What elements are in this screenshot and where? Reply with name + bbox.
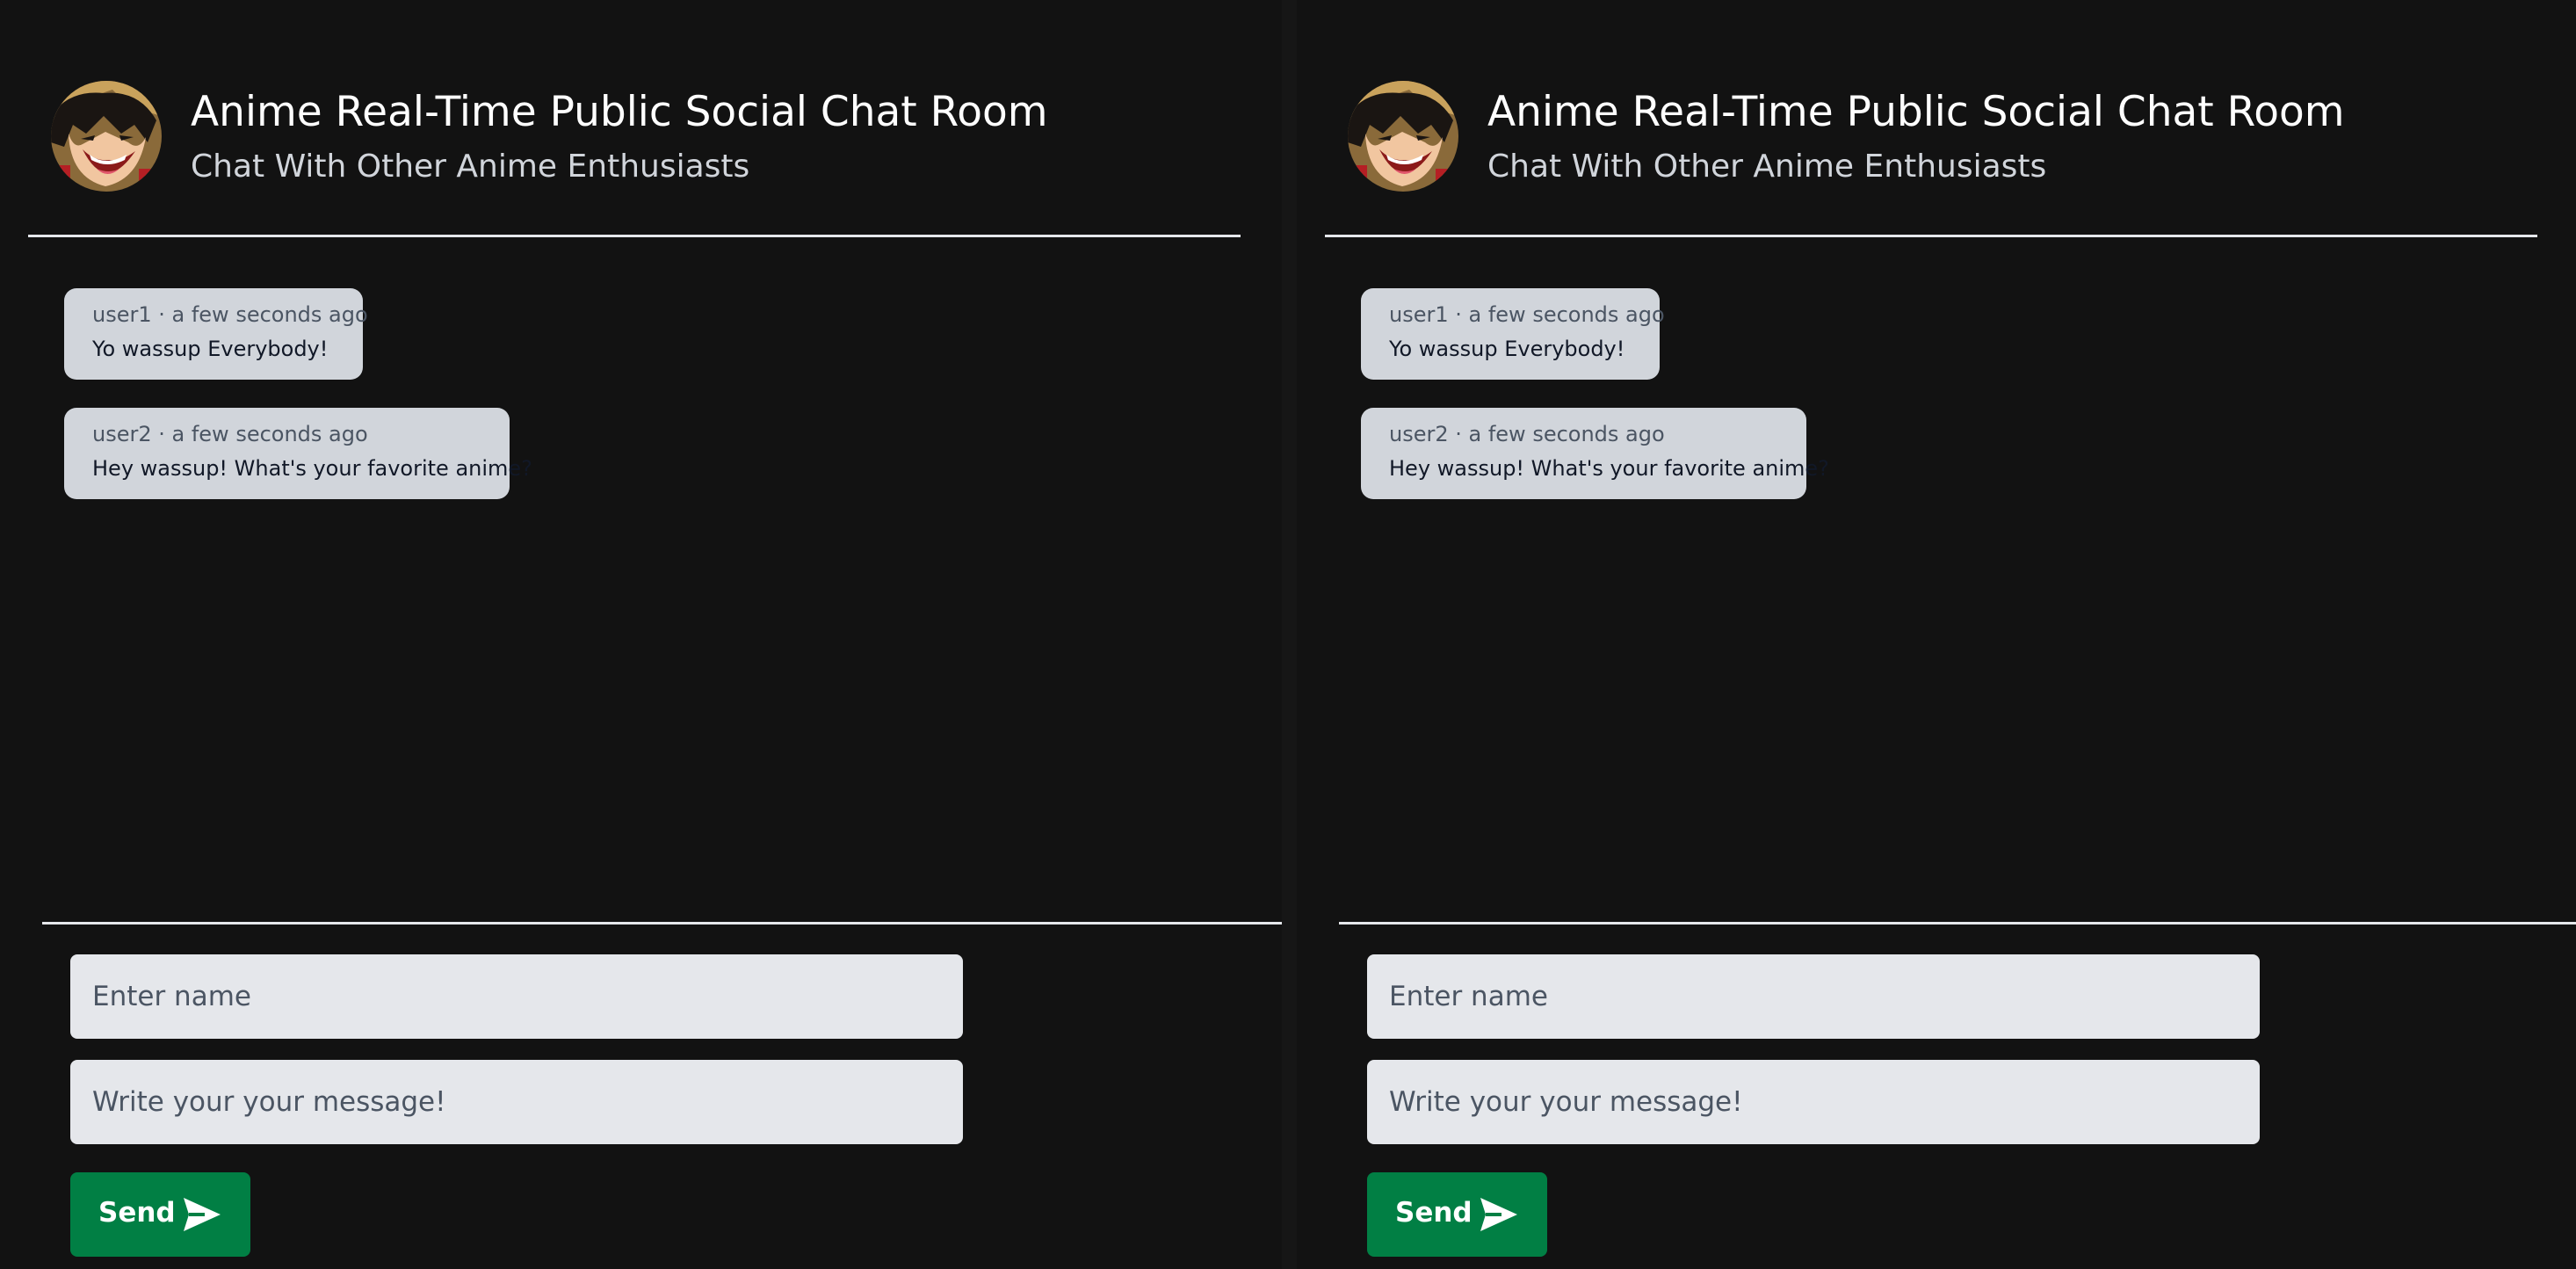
header-divider: [1325, 235, 2537, 237]
anime-avatar-icon: [1348, 81, 1458, 192]
page-subtitle: Chat With Other Anime Enthusiasts: [1487, 149, 2047, 185]
send-button[interactable]: Send: [1367, 1172, 1547, 1257]
message-bubble: user1 · a few seconds ago Yo wassup Ever…: [64, 288, 368, 380]
message-input[interactable]: [1367, 1060, 2260, 1144]
header-divider: [28, 235, 1241, 237]
message-meta: user2 · a few seconds ago: [92, 422, 368, 446]
chat-window-left: Anime Real-Time Public Social Chat Room …: [0, 0, 1282, 1269]
page-subtitle: Chat With Other Anime Enthusiasts: [191, 149, 750, 185]
message-meta: user1 · a few seconds ago: [92, 302, 368, 327]
chat-window-right: Anime Real-Time Public Social Chat Room …: [1297, 0, 2576, 1269]
message-bubble: user1 · a few seconds ago Yo wassup Ever…: [1361, 288, 1665, 380]
page-title: Anime Real-Time Public Social Chat Room: [1487, 88, 2345, 136]
message-text: Yo wassup Everybody!: [92, 337, 329, 361]
paper-plane-icon: [184, 1198, 221, 1231]
form-divider: [1339, 922, 2576, 925]
form-divider: [42, 922, 1282, 925]
message-text: Hey wassup! What's your favorite anime?: [1389, 456, 1829, 481]
send-button-label: Send: [1395, 1197, 1473, 1229]
anime-avatar-icon: [51, 81, 162, 192]
chat-header: Anime Real-Time Public Social Chat Room …: [51, 81, 1228, 195]
name-input[interactable]: [70, 954, 963, 1039]
split-screen: Anime Real-Time Public Social Chat Room …: [0, 0, 2576, 1269]
message-bubble: user2 · a few seconds ago Hey wassup! Wh…: [64, 408, 532, 499]
send-button[interactable]: Send: [70, 1172, 250, 1257]
message-input[interactable]: [70, 1060, 963, 1144]
send-button-label: Send: [98, 1197, 176, 1229]
page-title: Anime Real-Time Public Social Chat Room: [191, 88, 1048, 136]
message-bubble: user2 · a few seconds ago Hey wassup! Wh…: [1361, 408, 1829, 499]
message-text: Yo wassup Everybody!: [1389, 337, 1625, 361]
message-text: Hey wassup! What's your favorite anime?: [92, 456, 532, 481]
message-meta: user2 · a few seconds ago: [1389, 422, 1665, 446]
message-meta: user1 · a few seconds ago: [1389, 302, 1665, 327]
name-input[interactable]: [1367, 954, 2260, 1039]
pane-separator: [1282, 0, 1297, 1269]
paper-plane-icon: [1480, 1198, 1517, 1231]
chat-header: Anime Real-Time Public Social Chat Room …: [1348, 81, 2525, 195]
